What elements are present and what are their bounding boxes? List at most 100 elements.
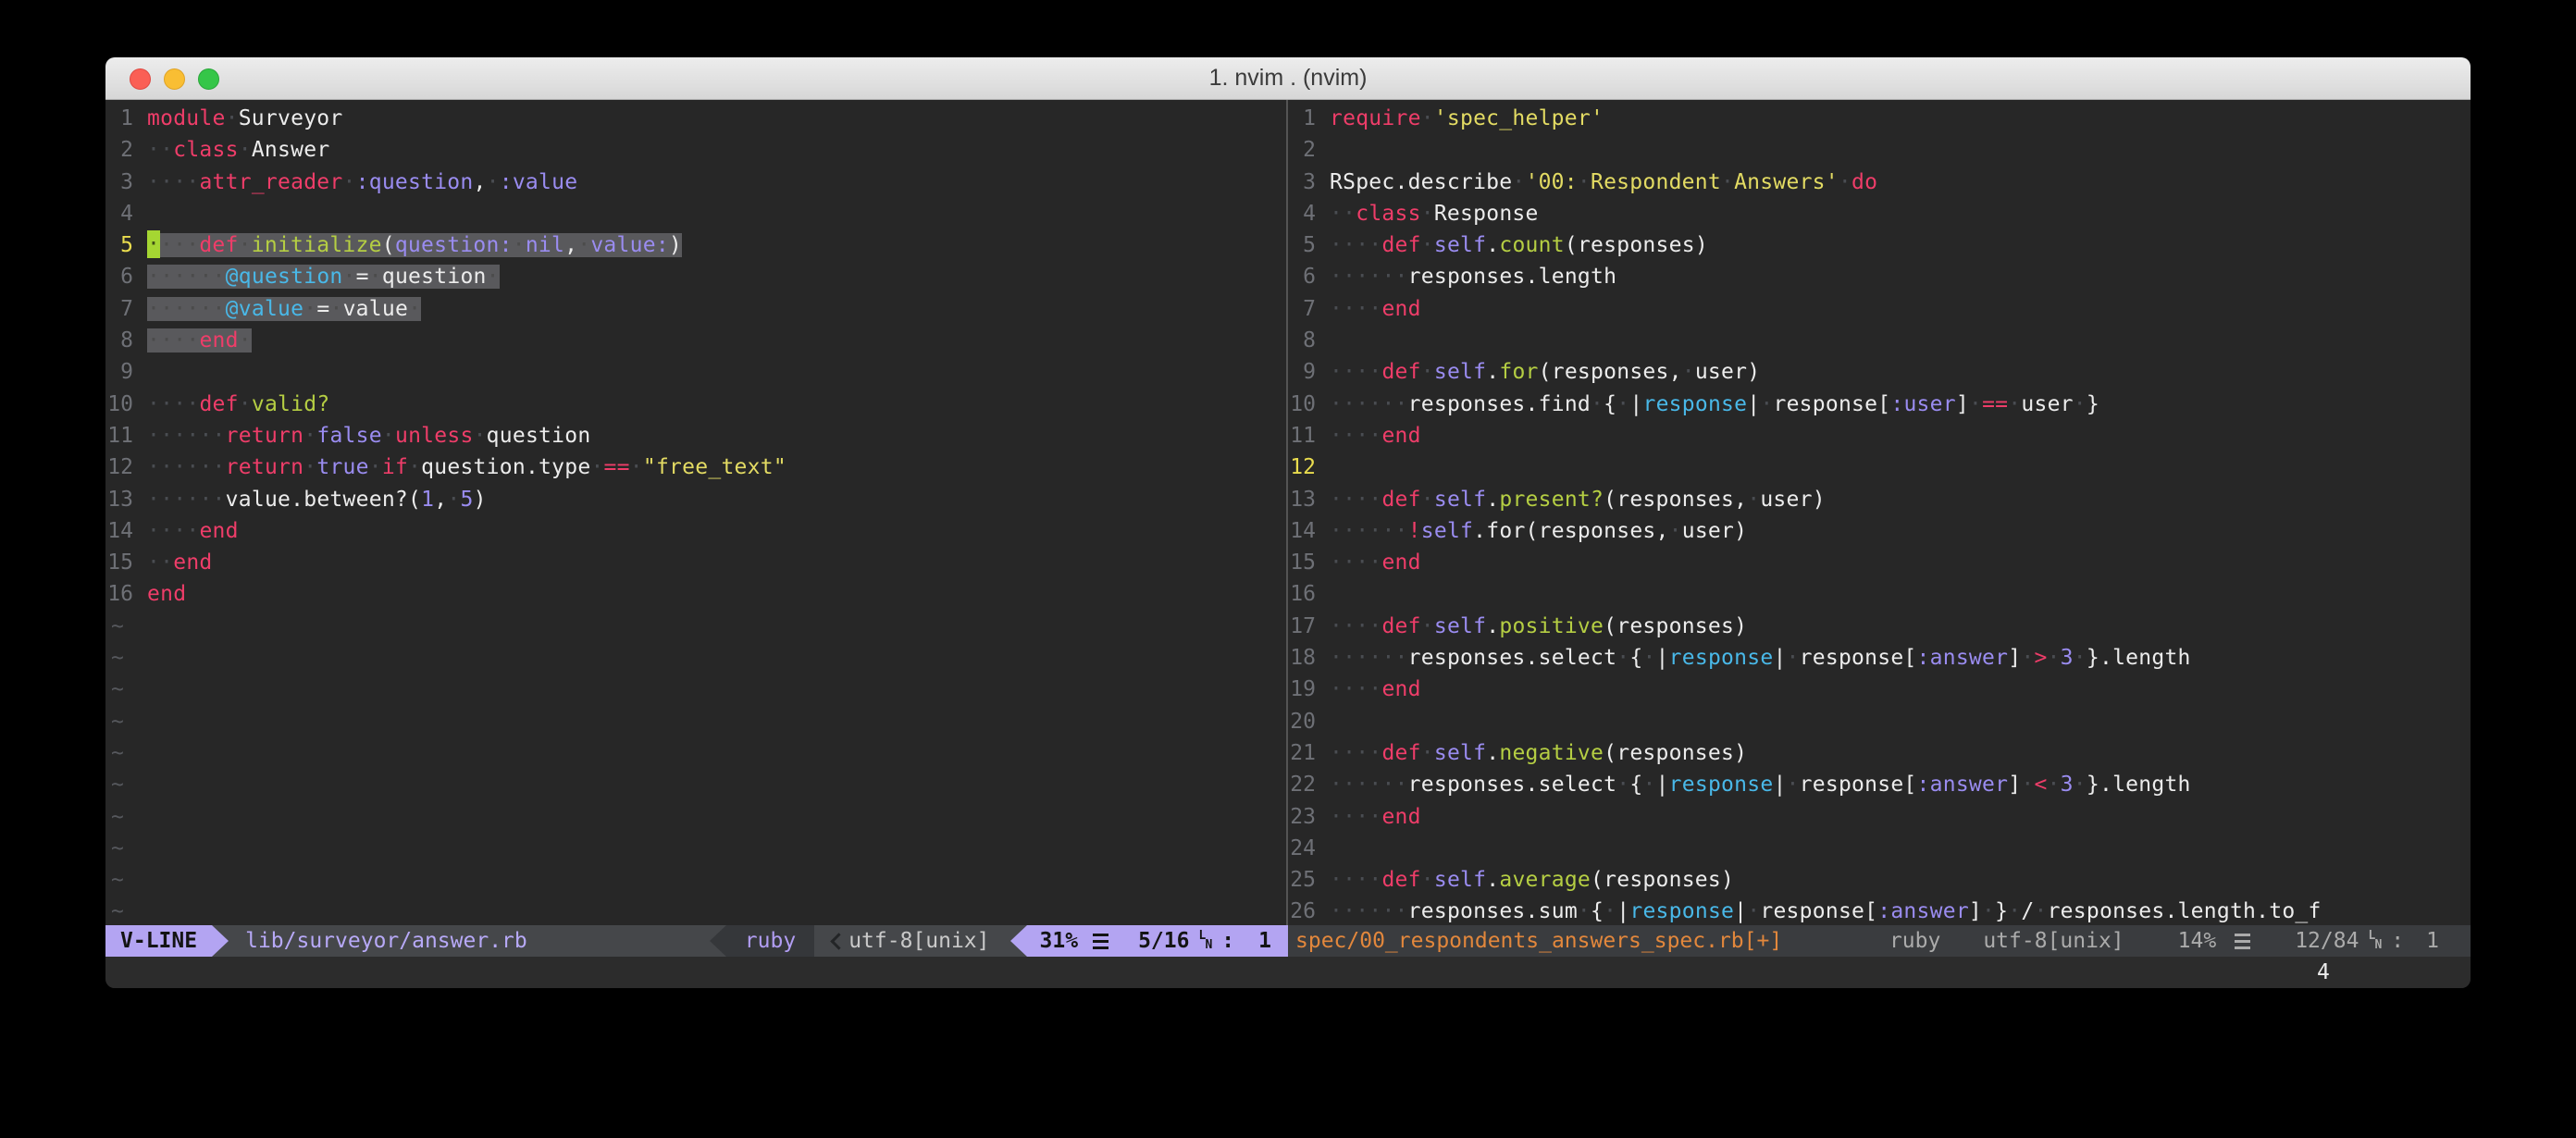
code-line-18[interactable]: 18······responses.select·{·|response|·re…: [1288, 642, 2471, 674]
line-number: 18: [1288, 642, 1330, 674]
code-line-12[interactable]: 12: [1288, 451, 2471, 483]
code-line-11[interactable]: 11······return·false·unless·question: [105, 420, 1286, 451]
zoom-button[interactable]: [198, 68, 219, 90]
line-number: 3: [105, 167, 147, 198]
empty-line-tilde: ~: [105, 737, 1286, 769]
code-line-21[interactable]: 21····def·self.negative(responses): [1288, 737, 2471, 769]
code-line-16[interactable]: 16: [1288, 578, 2471, 610]
line-number: 5: [105, 229, 147, 261]
code-line-14[interactable]: 14····end: [105, 515, 1286, 547]
command-line[interactable]: 4: [105, 957, 2471, 988]
code-line-6[interactable]: 6······@question·=·question·: [105, 261, 1286, 292]
line-number: 1: [1288, 103, 1330, 134]
code-line-23[interactable]: 23····end: [1288, 801, 2471, 833]
code-line-7[interactable]: 7······@value·=·value·: [105, 293, 1286, 325]
code-line-5[interactable]: 5····def·self.count(responses): [1288, 229, 2471, 261]
empty-line-tilde: ~: [105, 642, 1286, 674]
code-line-2[interactable]: 2: [1288, 134, 2471, 166]
code-line-26[interactable]: 26······responses.sum·{·|response|·respo…: [1288, 896, 2471, 925]
code-line-1[interactable]: 1require·'spec_helper': [1288, 103, 2471, 134]
line-number: 3: [1288, 167, 1330, 198]
code-line-25[interactable]: 25····def·self.average(responses): [1288, 864, 2471, 896]
line-number: 7: [1288, 293, 1330, 325]
line-number: 13: [105, 484, 147, 515]
line-number: 25: [1288, 864, 1330, 896]
code-line-11[interactable]: 11····end: [1288, 420, 2471, 451]
code-line-5[interactable]: 5····def·initialize(question:·nil,·value…: [105, 229, 1286, 261]
window-titlebar[interactable]: 1. nvim . (nvim): [105, 57, 2471, 100]
statusline-right-cluster: ruby utf-8[unix] 14% 12/84 LN : 1: [1889, 929, 2471, 953]
empty-line-tilde: ~: [105, 674, 1286, 705]
code-line-1[interactable]: 1module·Surveyor: [105, 103, 1286, 134]
code-line-9[interactable]: 9: [105, 356, 1286, 388]
line-number: 1: [105, 103, 147, 134]
pending-command-count: 4: [2317, 957, 2330, 988]
code-line-4[interactable]: 4··class·Response: [1288, 198, 2471, 229]
cursor-block: ·: [147, 230, 160, 258]
vim-mode-indicator: V-LINE: [105, 925, 212, 957]
statusline-inactive: spec/00_respondents_answers_spec.rb[+] r…: [1288, 925, 2471, 957]
line-number: 8: [105, 325, 147, 356]
statusline-encoding: utf-8[unix]: [1983, 929, 2124, 953]
code-line-15[interactable]: 15··end: [105, 547, 1286, 578]
code-line-20[interactable]: 20: [1288, 706, 2471, 737]
line-number: 26: [1288, 896, 1330, 925]
statusline-position: 31% 5/16 LN : 1: [1027, 925, 1288, 957]
buffer-right-spec-rb[interactable]: 1require·'spec_helper'23RSpec.describe·'…: [1288, 100, 2471, 925]
empty-line-tilde: ~: [105, 864, 1286, 896]
powerline-arrow-left-icon: [1010, 925, 1027, 957]
code-line-22[interactable]: 22······responses.select·{·|response|·re…: [1288, 769, 2471, 800]
code-line-13[interactable]: 13····def·self.present?(responses,·user): [1288, 484, 2471, 515]
code-line-24[interactable]: 24: [1288, 833, 2471, 864]
powerline-arrow-left-icon: [710, 925, 726, 957]
empty-line-tilde: ~: [105, 896, 1286, 925]
code-line-9[interactable]: 9····def·self.for(responses,·user): [1288, 356, 2471, 388]
code-line-3[interactable]: 3····attr_reader·:question,·:value: [105, 167, 1286, 198]
scroll-percent: 14%: [2178, 929, 2217, 953]
code-line-16[interactable]: 16end: [105, 578, 1286, 610]
line-number-glyph-icon: LN: [1198, 932, 1212, 950]
code-line-2[interactable]: 2··class·Answer: [105, 134, 1286, 166]
line-number: 6: [1288, 261, 1330, 292]
code-line-4[interactable]: 4: [105, 198, 1286, 229]
line-number: 11: [105, 420, 147, 451]
code-line-15[interactable]: 15····end: [1288, 547, 2471, 578]
line-number: 16: [105, 578, 147, 610]
code-line-10[interactable]: 10····def·valid?: [105, 389, 1286, 420]
code-line-17[interactable]: 17····def·self.positive(responses): [1288, 611, 2471, 642]
statusline-filler: [544, 925, 710, 957]
line-number: 6: [105, 261, 147, 292]
line-number: 9: [1288, 356, 1330, 388]
empty-line-tilde: ~: [105, 611, 1286, 642]
code-line-7[interactable]: 7····end: [1288, 293, 2471, 325]
code-line-6[interactable]: 6······responses.length: [1288, 261, 2471, 292]
powerline-arrow-right-icon: [212, 925, 229, 957]
code-line-19[interactable]: 19····end: [1288, 674, 2471, 705]
line-number-glyph-icon: LN: [2368, 932, 2382, 950]
code-line-12[interactable]: 12······return·true·if·question.type·==·…: [105, 451, 1286, 483]
line-number: 2: [105, 134, 147, 166]
status-lines: V-LINE lib/surveyor/answer.rb ruby utf-8…: [105, 925, 2471, 957]
trigram-lines-icon: [2235, 934, 2250, 949]
minimize-button[interactable]: [164, 68, 185, 90]
scroll-percent: 31%: [1040, 929, 1079, 953]
code-line-8[interactable]: 8: [1288, 325, 2471, 356]
code-line-14[interactable]: 14······!self.for(responses,·user): [1288, 515, 2471, 547]
line-number: 12: [1288, 451, 1330, 483]
line-number: 2: [1288, 134, 1330, 166]
column-number: 1: [1258, 929, 1271, 953]
code-line-10[interactable]: 10······responses.find·{·|response|·resp…: [1288, 389, 2471, 420]
window-title: 1. nvim . (nvim): [1209, 65, 1368, 92]
empty-line-tilde: ~: [105, 801, 1286, 833]
buffer-left-answer-rb[interactable]: 1module·Surveyor2··class·Answer3····attr…: [105, 100, 1286, 925]
empty-line-tilde: ~: [105, 769, 1286, 800]
column-number: 1: [2426, 929, 2439, 953]
code-line-13[interactable]: 13······value.between?(1,·5): [105, 484, 1286, 515]
line-number: 13: [1288, 484, 1330, 515]
code-line-3[interactable]: 3RSpec.describe·'00:·Respondent·Answers'…: [1288, 167, 2471, 198]
close-button[interactable]: [130, 68, 151, 90]
code-line-8[interactable]: 8····end·: [105, 325, 1286, 356]
line-number: 10: [1288, 389, 1330, 420]
editor-splits: 1module·Surveyor2··class·Answer3····attr…: [105, 100, 2471, 925]
line-number: 19: [1288, 674, 1330, 705]
